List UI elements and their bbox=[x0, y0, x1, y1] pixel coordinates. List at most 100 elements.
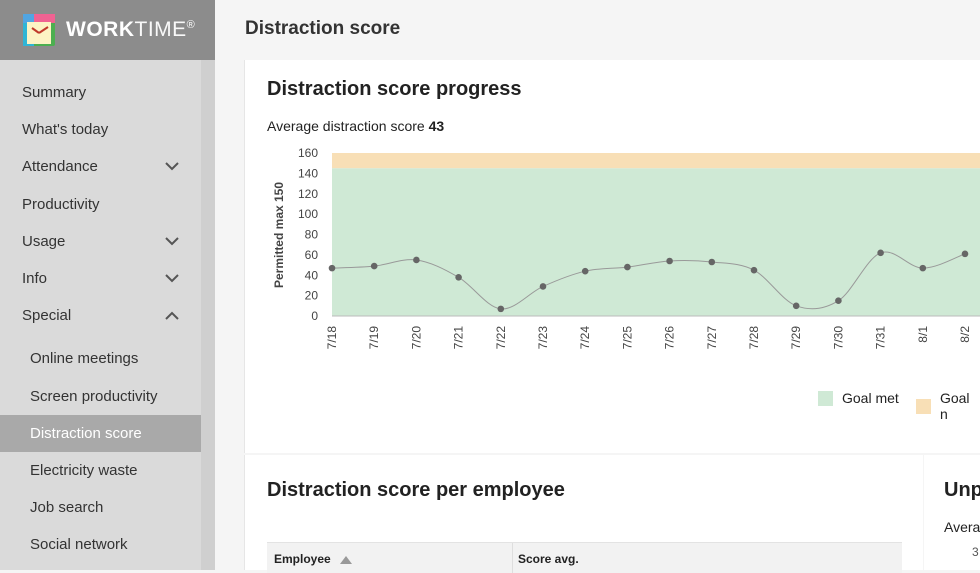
data-point bbox=[877, 249, 884, 257]
sidebar-item-label: Social network bbox=[30, 536, 128, 554]
y-tick-label: 160 bbox=[298, 146, 318, 160]
x-tick-label: 7/27 bbox=[705, 326, 719, 350]
chevron-down-icon[interactable] bbox=[165, 223, 179, 260]
column-header-score-avg[interactable]: Score avg. bbox=[518, 552, 579, 566]
panel-title: Distraction score per employee bbox=[267, 479, 565, 501]
legend-label: Goal n bbox=[939, 390, 970, 422]
x-tick-label: 7/28 bbox=[747, 326, 761, 350]
sidebar-item-social-network[interactable]: Social network bbox=[0, 526, 201, 563]
legend-goal-not-met[interactable]: Goal n bbox=[916, 390, 980, 422]
x-tick-label: 7/29 bbox=[789, 326, 803, 350]
page-title: Distraction score bbox=[245, 18, 401, 39]
sidebar-item-label: Screen productivity bbox=[30, 387, 158, 405]
sidebar-item-screen-productivity[interactable]: Screen productivity bbox=[0, 378, 201, 415]
data-point bbox=[666, 257, 673, 265]
x-tick-label: 7/21 bbox=[452, 326, 466, 350]
unproductive-panel: Unp Avera 3 bbox=[924, 455, 980, 570]
data-point bbox=[919, 264, 927, 272]
sidebar-item-label: Special bbox=[22, 307, 72, 325]
tick-label: 3 bbox=[972, 545, 979, 559]
sidebar-item-special[interactable]: Special bbox=[0, 297, 201, 334]
x-tick-label: 7/18 bbox=[325, 326, 339, 350]
y-tick-label: 120 bbox=[298, 187, 318, 201]
sidebar-item-productivity[interactable]: Productivity bbox=[0, 186, 201, 223]
data-point bbox=[455, 273, 462, 281]
data-point bbox=[708, 258, 716, 266]
x-tick-label: 7/22 bbox=[494, 326, 508, 350]
sidebar-item-label: Job search bbox=[30, 499, 104, 517]
x-tick-label: 7/23 bbox=[536, 326, 550, 350]
brand-logo: WORKTIME® bbox=[66, 18, 196, 41]
logo-bar[interactable]: WORKTIME® bbox=[0, 0, 215, 60]
data-point bbox=[497, 305, 505, 313]
x-tick-label: 8/1 bbox=[916, 326, 930, 343]
column-header-employee[interactable]: Employee bbox=[274, 552, 353, 567]
calendar-clock-icon bbox=[22, 13, 56, 47]
sidebar-item-label: Distraction score bbox=[30, 424, 142, 442]
sidebar-item-summary[interactable]: Summary bbox=[0, 74, 201, 111]
sidebar-item-label: Summary bbox=[22, 84, 87, 101]
sidebar-item-label: Electricity waste bbox=[30, 461, 138, 479]
legend-swatch-goal-met bbox=[818, 390, 833, 406]
y-tick-label: 140 bbox=[298, 166, 318, 180]
sidebar-item-label: Online meetings bbox=[30, 350, 139, 368]
column-divider bbox=[512, 543, 513, 573]
sidebar-item-label: What's today bbox=[22, 121, 109, 139]
data-point bbox=[835, 297, 842, 305]
x-tick-label: 7/26 bbox=[663, 326, 677, 350]
employee-score-panel: Distraction score per employee Employee … bbox=[244, 455, 923, 573]
x-tick-label: 7/24 bbox=[578, 326, 592, 350]
data-point bbox=[792, 302, 800, 310]
sidebar-item-info[interactable]: Info bbox=[0, 260, 201, 297]
sidebar-item-attendance[interactable]: Attendance bbox=[0, 148, 201, 185]
data-point bbox=[750, 266, 758, 274]
sidebar-item-usage[interactable]: Usage bbox=[0, 223, 201, 260]
y-tick-label: 20 bbox=[305, 289, 319, 303]
chevron-down-icon[interactable] bbox=[165, 148, 179, 185]
sidebar-item-online-meetings[interactable]: Online meetings bbox=[0, 340, 201, 377]
y-tick-label: 100 bbox=[298, 207, 318, 221]
y-tick-label: 0 bbox=[311, 309, 318, 323]
sidebar-item-label: Attendance bbox=[22, 158, 98, 176]
goal-not-met-band bbox=[332, 153, 980, 169]
sidebar-nav: Summary What's today Attendance Producti… bbox=[0, 74, 201, 563]
sidebar-scroll-track[interactable] bbox=[201, 60, 215, 570]
legend-swatch-goal-not-met bbox=[916, 398, 931, 414]
x-tick-label: 7/19 bbox=[367, 326, 381, 350]
goal-met-band bbox=[332, 168, 980, 316]
legend-label: Goal met bbox=[842, 390, 899, 406]
data-point bbox=[370, 262, 378, 270]
distraction-progress-panel: Distraction score progress Average distr… bbox=[244, 60, 980, 453]
y-tick-label: 60 bbox=[305, 248, 319, 262]
sidebar-item-electricity-waste[interactable]: Electricity waste bbox=[0, 452, 201, 489]
x-tick-label: 7/30 bbox=[831, 326, 845, 350]
sidebar: WORKTIME® Summary What's today Attendanc… bbox=[0, 0, 215, 570]
data-point bbox=[539, 283, 547, 290]
table-header: Employee Score avg. bbox=[267, 542, 902, 573]
x-tick-label: 7/31 bbox=[874, 326, 888, 350]
x-tick-label: 8/2 bbox=[958, 326, 972, 343]
sort-ascending-icon[interactable] bbox=[340, 553, 353, 567]
page-header: Distraction score bbox=[215, 0, 980, 60]
data-point bbox=[581, 267, 589, 275]
panel-subtitle: Avera bbox=[944, 519, 980, 535]
sidebar-item-whats-today[interactable]: What's today bbox=[0, 111, 201, 148]
chevron-down-icon[interactable] bbox=[165, 260, 179, 297]
chevron-up-icon[interactable] bbox=[165, 297, 179, 334]
data-point bbox=[328, 264, 336, 272]
y-axis-label: Permitted max 150 bbox=[272, 182, 286, 288]
x-tick-label: 7/25 bbox=[620, 326, 634, 350]
y-tick-label: 80 bbox=[305, 228, 319, 242]
x-tick-label: 7/20 bbox=[409, 326, 423, 350]
sidebar-item-label: Info bbox=[22, 269, 48, 287]
y-tick-label: 40 bbox=[305, 268, 319, 282]
sidebar-item-distraction-score[interactable]: Distraction score bbox=[0, 414, 201, 452]
legend-goal-met[interactable]: Goal met bbox=[818, 390, 899, 406]
sidebar-item-job-search[interactable]: Job search bbox=[0, 489, 201, 526]
sidebar-item-label: Usage bbox=[22, 232, 66, 250]
sidebar-item-label: Productivity bbox=[22, 195, 100, 213]
distraction-line-chart: 0 20 40 60 80 100 120 140 160 Permitted max 150 7/… bbox=[272, 146, 980, 350]
data-point bbox=[961, 250, 969, 258]
panel-title: Unp bbox=[944, 479, 980, 501]
data-point bbox=[413, 256, 420, 264]
